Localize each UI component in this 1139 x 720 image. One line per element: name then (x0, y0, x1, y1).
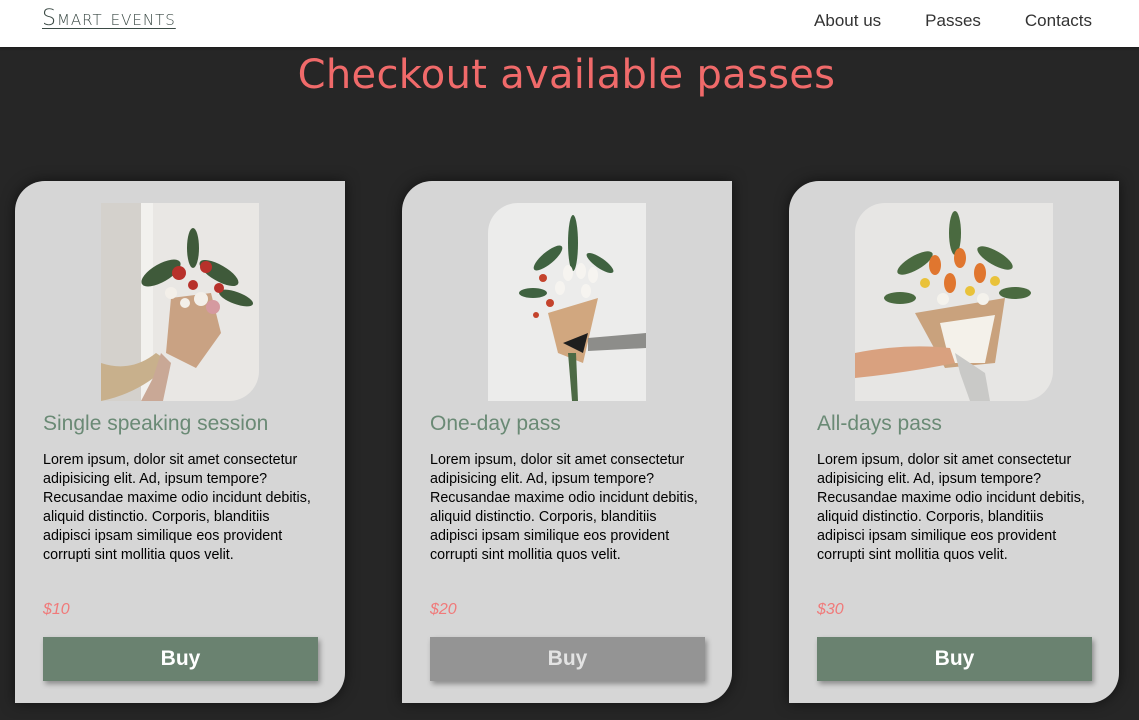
pass-description: Lorem ipsum, dolor sit amet consectetur … (43, 452, 311, 563)
nav-link-about-us[interactable]: About us (814, 11, 881, 31)
pass-card-single-session: Single speaking session Lorem ipsum, dol… (15, 181, 345, 703)
pass-card-one-day: One-day pass Lorem ipsum, dolor sit amet… (402, 181, 732, 703)
pass-name: All-days pass (817, 412, 942, 435)
logo-link[interactable]: Smart events (42, 6, 176, 31)
nav-links: About us Passes Contacts (770, 11, 1092, 31)
buy-button-single-session[interactable]: Buy (43, 637, 318, 681)
nav-link-contacts[interactable]: Contacts (1025, 11, 1092, 31)
page-title: Checkout available passes (297, 52, 836, 98)
buy-button-one-day[interactable]: Buy (430, 637, 705, 681)
pass-name: One-day pass (430, 412, 561, 435)
buy-button-all-days[interactable]: Buy (817, 637, 1092, 681)
pass-name: Single speaking session (43, 412, 269, 435)
flower-bouquet-white-image (488, 203, 646, 401)
navbar: Smart events About us Passes Contacts (0, 0, 1139, 47)
pass-price: $20 (430, 601, 457, 618)
pass-description: Lorem ipsum, dolor sit amet consectetur … (817, 452, 1085, 563)
flower-bouquet-orange-image (855, 203, 1053, 401)
nav-link-passes[interactable]: Passes (925, 11, 981, 31)
pass-card-all-days: All-days pass Lorem ipsum, dolor sit ame… (789, 181, 1119, 703)
pass-description: Lorem ipsum, dolor sit amet consectetur … (430, 452, 698, 563)
pass-price: $10 (43, 601, 70, 618)
pass-price: $30 (817, 601, 844, 618)
flower-bouquet-red-image (101, 203, 259, 401)
